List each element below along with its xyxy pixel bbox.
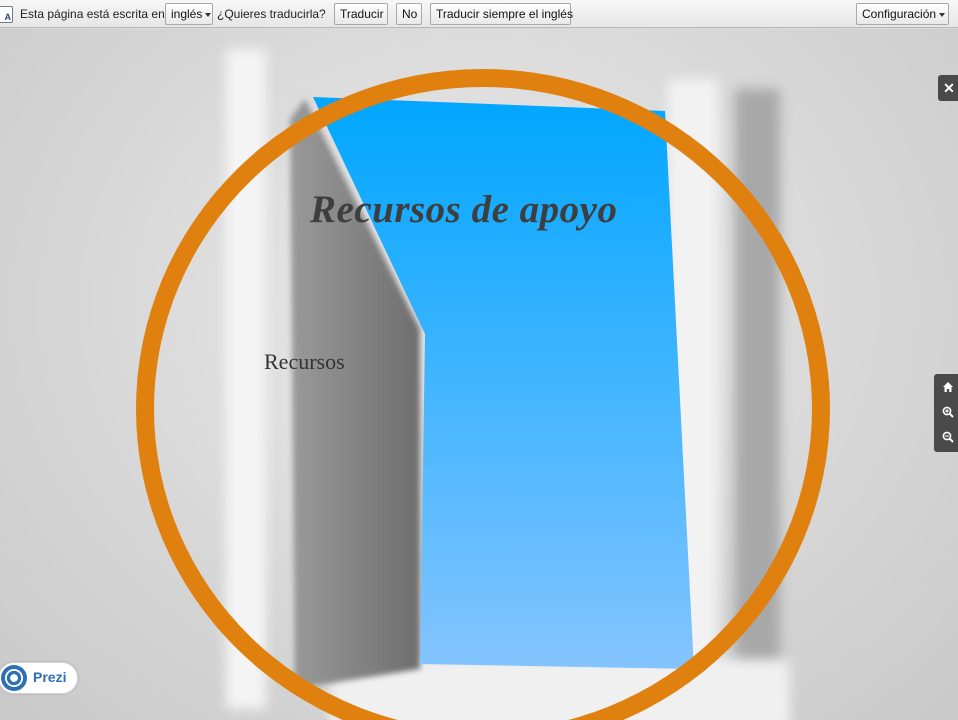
close-icon: ✕ — [943, 80, 955, 96]
translate-bar: A Esta página está escrita en inglés ¿Qu… — [0, 0, 958, 28]
prezi-logo-text: Prezi — [33, 669, 67, 685]
home-button[interactable] — [938, 376, 958, 398]
translate-icon: A — [0, 6, 13, 23]
close-button[interactable]: ✕ — [938, 75, 958, 101]
orange-circle-frame — [136, 69, 830, 720]
prezi-logo-icon — [1, 665, 27, 691]
zoom-out-icon — [942, 431, 954, 443]
language-select-value: inglés — [171, 7, 203, 21]
no-button[interactable]: No — [396, 3, 422, 25]
chevron-down-icon — [205, 12, 212, 17]
prezi-logo[interactable]: Prezi — [0, 662, 78, 694]
translate-question: ¿Quieres traducirla? — [217, 7, 326, 21]
zoom-in-button[interactable] — [938, 401, 958, 423]
settings-label: Configuración — [862, 7, 937, 21]
chevron-down-icon — [939, 12, 946, 17]
translate-button[interactable]: Traducir — [334, 3, 388, 25]
always-translate-button[interactable]: Traducir siempre el inglés — [430, 3, 573, 25]
presentation-canvas[interactable]: Recursos de apoyo Recursos ✕ Prezi — [0, 29, 958, 720]
settings-dropdown[interactable]: Configuración — [856, 3, 949, 25]
language-select[interactable]: inglés — [165, 3, 213, 25]
slide-title: Recursos de apoyo — [310, 188, 618, 231]
translate-intro-text: Esta página está escrita en — [20, 7, 165, 21]
zoom-out-button[interactable] — [938, 426, 958, 448]
slide-subtitle[interactable]: Recursos — [264, 349, 345, 375]
zoom-controls — [934, 374, 958, 452]
home-icon — [943, 382, 953, 392]
zoom-in-icon — [942, 406, 954, 418]
